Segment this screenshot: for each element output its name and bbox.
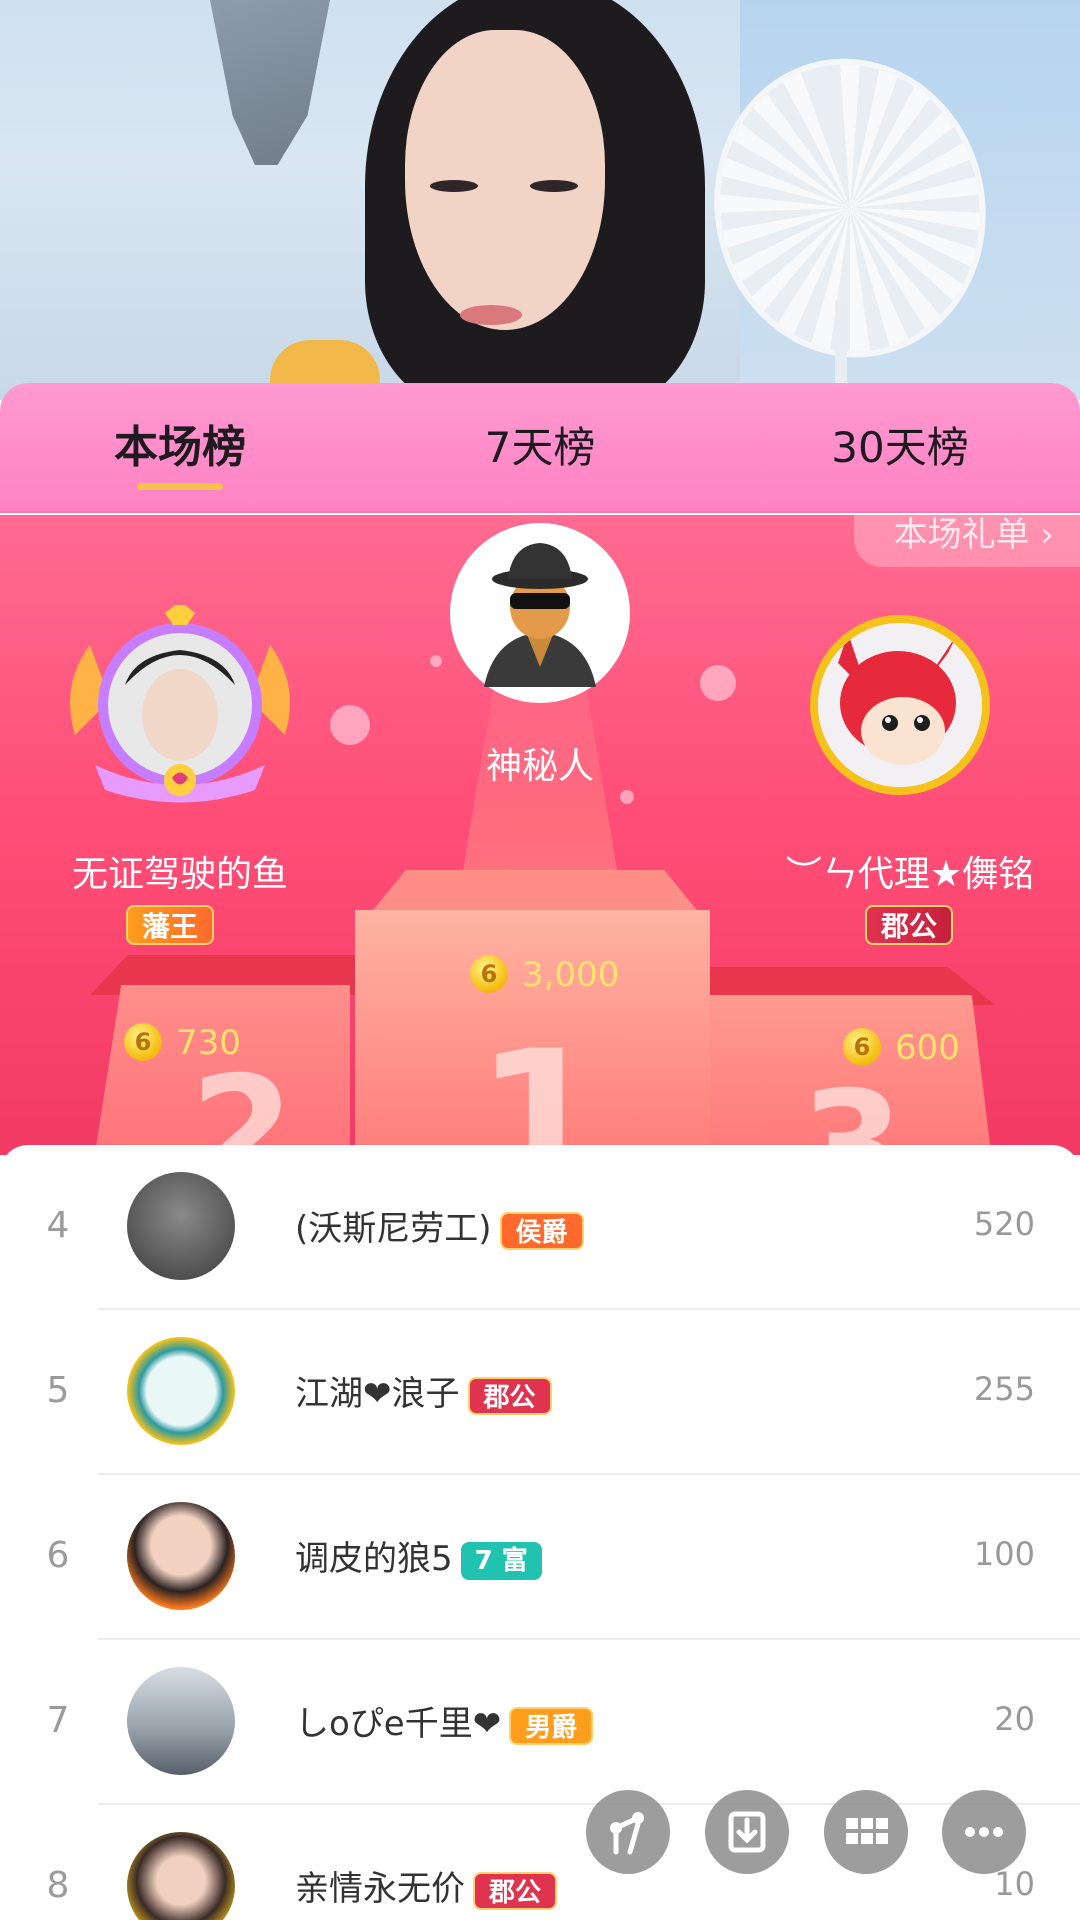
more-button[interactable]: [942, 1790, 1026, 1874]
row-name: 亲情永无价: [295, 1869, 465, 1909]
share-button[interactable]: [586, 1790, 670, 1874]
live-video[interactable]: [0, 0, 1080, 400]
first-place-name: 神秘人: [485, 746, 594, 787]
gift-list-button[interactable]: 本场礼单 ›: [853, 515, 1080, 567]
row-rank: 6: [46, 1535, 70, 1576]
coin-icon: 6: [843, 1028, 881, 1066]
avatar[interactable]: [127, 1172, 235, 1280]
avatar[interactable]: [127, 1667, 235, 1775]
list-item[interactable]: 5 江湖❤浪子 郡公 255: [0, 1310, 1080, 1475]
grid-icon: [846, 1818, 888, 1844]
streamer-eye-left: [430, 180, 478, 192]
avatar[interactable]: [127, 1337, 235, 1445]
second-place-name: 无证驾驶的鱼: [71, 854, 288, 895]
level-badge: 侯爵: [499, 1211, 584, 1250]
row-name-wrap: (沃斯尼劳工) 侯爵: [295, 1201, 584, 1250]
grid-menu-button[interactable]: [824, 1790, 908, 1874]
podium-3: 3: [705, 995, 995, 1155]
third-place-coins: 600: [895, 1028, 960, 1068]
list-item[interactable]: 4 (沃斯尼劳工) 侯爵 520: [0, 1145, 1080, 1310]
streamer-lips: [460, 305, 522, 325]
row-name: 调皮的狼5: [295, 1539, 453, 1579]
sparkle: [700, 665, 736, 701]
level-badge: 郡公: [467, 1376, 552, 1415]
download-icon: [728, 1811, 766, 1853]
level-badge: 郡公: [473, 1871, 558, 1910]
list-item[interactable]: 8 亲情永无价 郡公 10: [0, 1805, 1080, 1920]
second-place-avatar[interactable]: [55, 601, 305, 805]
row-rank: 7: [46, 1700, 70, 1741]
tab-7-days[interactable]: 7天榜: [450, 413, 630, 483]
third-place-name: ︶ㄣ代理★儛铭: [785, 854, 1035, 895]
podium-2: 2: [90, 985, 350, 1155]
ranking-list: 4 (沃斯尼劳工) 侯爵 520 5 江湖❤浪子 郡公 255 6 调皮的狼5 7 富…: [0, 1145, 1080, 1920]
row-score: 100: [973, 1535, 1035, 1573]
row-name: 江湖❤浪子: [295, 1374, 460, 1414]
row-name-wrap: 亲情永无价 郡公: [295, 1861, 558, 1910]
row-score: 520: [973, 1205, 1035, 1243]
sparkle: [430, 655, 442, 667]
sparkle: [330, 705, 370, 745]
third-place-level-badge: 郡公: [865, 905, 954, 945]
share-icon: [610, 1812, 644, 1855]
row-name: (沃斯尼劳工): [295, 1209, 492, 1249]
coin-icon: 6: [470, 955, 508, 993]
red-fox-cartoon-icon: [818, 623, 982, 787]
row-name-wrap: 江湖❤浪子 郡公: [295, 1366, 552, 1415]
sparkle: [620, 790, 634, 804]
row-name: しoぴe千里❤: [295, 1704, 502, 1744]
row-name-wrap: しoぴe千里❤ 男爵: [295, 1696, 594, 1745]
tab-current-session[interactable]: 本场榜: [90, 413, 270, 483]
row-score: 255: [973, 1370, 1035, 1408]
level-badge: 男爵: [509, 1706, 594, 1745]
streamer-face: [405, 30, 605, 330]
first-place-avatar[interactable]: [450, 523, 630, 703]
top3-podium-stage: 本场礼单 › 2 3 1 神秘人 6 3,000 无证驾驶的鱼 藩王 6 730…: [0, 515, 1080, 1155]
row-rank: 4: [46, 1205, 70, 1246]
third-place-avatar[interactable]: [810, 615, 990, 795]
active-tab-indicator: [137, 483, 223, 490]
row-rank: 5: [46, 1370, 70, 1411]
row-rank: 8: [46, 1865, 70, 1906]
second-place-level-badge: 藩王: [126, 905, 215, 945]
avatar[interactable]: [127, 1502, 235, 1610]
wall-decoration: [210, 0, 330, 165]
row-name-wrap: 调皮的狼5 7 富: [295, 1531, 542, 1580]
first-place-coins: 3,000: [522, 955, 620, 995]
mystery-man-icon: [454, 527, 626, 699]
avatar-frame-icon: [70, 601, 290, 803]
avatar[interactable]: [127, 1832, 235, 1920]
list-item[interactable]: 7 しoぴe千里❤ 男爵 20: [0, 1640, 1080, 1805]
ranking-panel: 本场榜 7天榜 30天榜 本场礼单 › 2 3 1 神秘人 6 3,000 无证…: [0, 383, 1080, 1920]
ranking-tabs: 本场榜 7天榜 30天榜: [0, 383, 1080, 513]
live-room-screen: 本场榜 7天榜 30天榜 本场礼单 › 2 3 1 神秘人 6 3,000 无证…: [0, 0, 1080, 1920]
more-icon: [965, 1827, 1003, 1837]
list-item[interactable]: 6 调皮的狼5 7 富 100: [0, 1475, 1080, 1640]
download-button[interactable]: [705, 1790, 789, 1874]
podium-1: 1: [355, 910, 710, 1155]
tab-30-days[interactable]: 30天榜: [800, 413, 1000, 483]
streamer-eye-right: [530, 180, 578, 192]
coin-icon: 6: [124, 1023, 162, 1061]
row-score: 20: [994, 1700, 1035, 1738]
podium-1-number: 1: [475, 1010, 608, 1155]
level-badge: 7 富: [460, 1541, 542, 1580]
second-place-coins: 730: [176, 1023, 241, 1063]
podium-3-number: 3: [800, 1060, 905, 1155]
